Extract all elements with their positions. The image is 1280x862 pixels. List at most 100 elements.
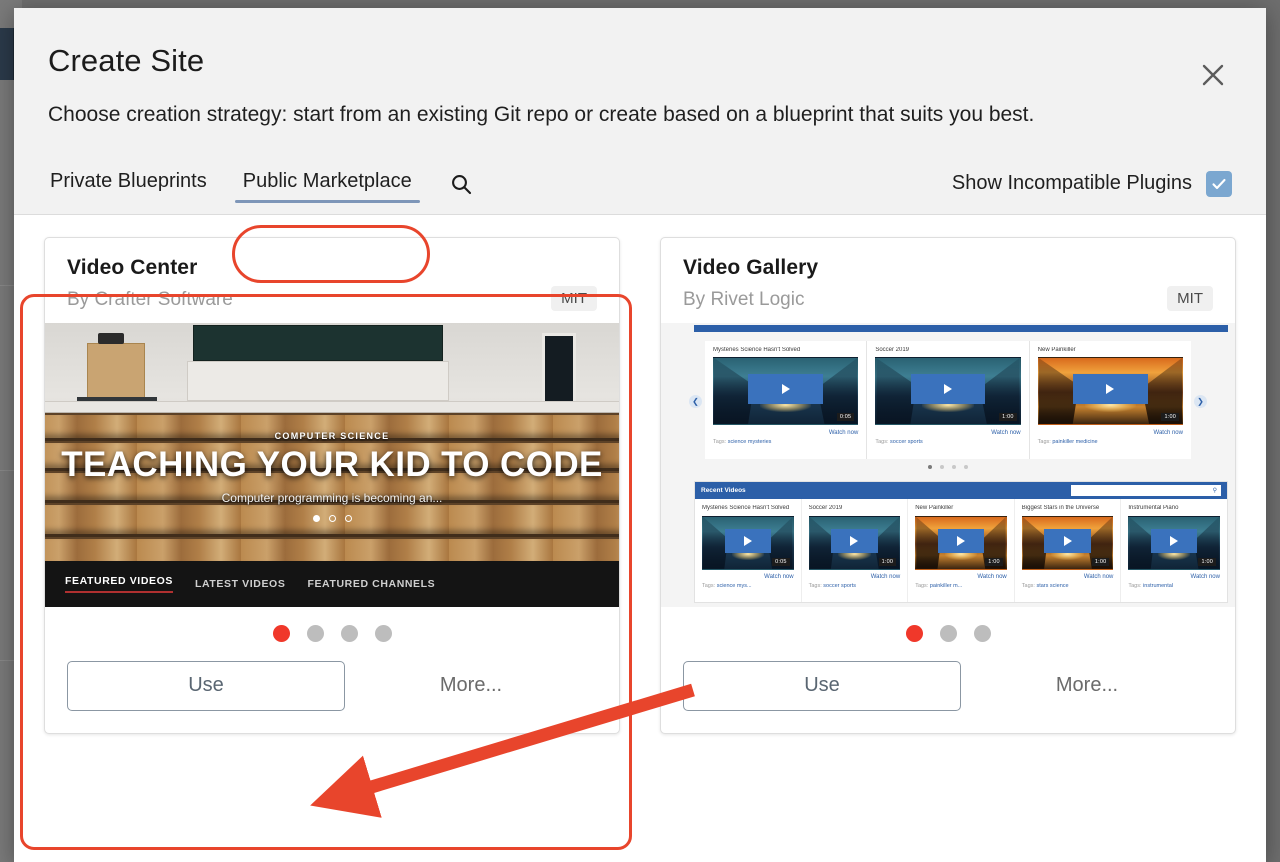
tags-value: stars science: [1036, 582, 1069, 589]
carousel-dot[interactable]: [964, 464, 968, 469]
video-card[interactable]: Biggest Stars in the Universe 1:00 Watch…: [1015, 498, 1122, 602]
video-thumbnail[interactable]: 1:00: [875, 356, 1021, 425]
hero-eyebrow: COMPUTER SCIENCE: [274, 430, 390, 441]
play-button-icon[interactable]: [831, 529, 878, 554]
card-dot[interactable]: [973, 625, 991, 643]
video-tags: Tags: painkiller medicine: [1038, 439, 1183, 445]
carousel-dot[interactable]: [928, 464, 932, 469]
card-dot[interactable]: [374, 625, 392, 643]
close-button[interactable]: [1192, 54, 1234, 96]
page-title: Create Site: [48, 43, 205, 78]
video-card[interactable]: Mysteries Science Hasn't Solved 0:05 Wat…: [695, 498, 802, 602]
video-duration: 1:00: [1091, 557, 1110, 566]
play-button-icon[interactable]: [748, 373, 823, 405]
card-dot[interactable]: [340, 625, 358, 643]
recent-videos-title: Recent Videos: [701, 486, 746, 494]
tab-private-blueprints[interactable]: Private Blueprints: [48, 164, 209, 203]
projector-screen: [187, 360, 449, 401]
hero-nav-featured-channels[interactable]: FEATURED CHANNELS: [307, 578, 435, 590]
video-tags: Tags: soccer sports: [875, 439, 1020, 445]
more-button[interactable]: More...: [961, 661, 1213, 711]
play-button-icon[interactable]: [1073, 373, 1148, 405]
hero-carousel-dots[interactable]: [45, 514, 619, 522]
video-thumbnail[interactable]: 0:05: [713, 356, 859, 425]
carousel-next-icon[interactable]: ❯: [1194, 394, 1207, 408]
blueprint-card-video-gallery[interactable]: Video Gallery By Rivet Logic MIT ❮ ❯ Mys…: [660, 236, 1236, 734]
watch-now-link[interactable]: Watch now: [915, 574, 1006, 580]
tags-value: science mys...: [716, 582, 752, 589]
carousel-prev-icon[interactable]: ❮: [689, 394, 702, 408]
play-button-icon[interactable]: [937, 529, 985, 554]
site-top-bar: [694, 324, 1228, 332]
tab-public-marketplace[interactable]: Public Marketplace: [234, 164, 420, 204]
hero-nav[interactable]: FEATURED VIDEOS LATEST VIDEOS FEATURED C…: [45, 560, 619, 607]
video-thumbnail[interactable]: 0:05: [702, 515, 794, 570]
carousel-slide[interactable]: Soccer 2019 1:00 Watch now Tags: soccer …: [867, 340, 1030, 459]
card-dot[interactable]: [939, 625, 957, 643]
card-screenshot-dots[interactable]: [45, 606, 619, 661]
tab-label: Private Blueprints: [50, 170, 207, 193]
carousel-slide-title: Mysteries Science Hasn't Solved: [713, 346, 801, 353]
video-tags: Tags: instrumental: [1128, 583, 1220, 589]
tab-bar: Private Blueprints Public Marketplace Sh…: [14, 154, 1266, 214]
video-tags: Tags: science mys...: [702, 583, 794, 589]
watch-now-link[interactable]: Watch now: [875, 430, 1020, 436]
video-card[interactable]: Soccer 2019 1:00 Watch now Tags: soccer …: [802, 498, 909, 602]
watch-now-link[interactable]: Watch now: [1022, 574, 1113, 580]
hero-nav-featured-videos[interactable]: FEATURED VIDEOS: [65, 575, 173, 593]
card-screenshot-dots[interactable]: [661, 606, 1235, 661]
search-button[interactable]: [444, 167, 478, 201]
card-dot[interactable]: [272, 625, 290, 643]
hero-dot[interactable]: [328, 514, 336, 522]
video-thumbnail[interactable]: 1:00: [1021, 515, 1114, 570]
watch-now-link[interactable]: Watch now: [809, 574, 900, 580]
watch-now-link[interactable]: Watch now: [702, 574, 793, 580]
tags-label: Tags:: [915, 582, 929, 589]
play-button-icon[interactable]: [1150, 529, 1198, 554]
card-dot[interactable]: [306, 625, 324, 643]
blueprint-card-video-center[interactable]: Video Center By Crafter Software MIT COM…: [44, 236, 620, 734]
hero-nav-latest-videos[interactable]: LATEST VIDEOS: [195, 578, 285, 590]
incompatible-plugins-checkbox[interactable]: [1206, 170, 1232, 197]
card-preview-image[interactable]: ❮ ❯ Mysteries Science Hasn't Solved 0:05: [661, 322, 1235, 607]
play-button-icon[interactable]: [1044, 529, 1091, 554]
video-thumbnail[interactable]: 1:00: [1128, 515, 1220, 570]
video-card[interactable]: Instrumental Piano 1:00 Watch now Tags: …: [1121, 499, 1227, 602]
play-button-icon[interactable]: [910, 373, 986, 405]
video-duration: 1:00: [1198, 557, 1216, 566]
card-preview-image[interactable]: COMPUTER SCIENCE TEACHING YOUR KID TO CO…: [45, 322, 619, 607]
carousel-dot[interactable]: [952, 464, 956, 469]
carousel-dots[interactable]: [661, 464, 1235, 469]
carousel-dot[interactable]: [940, 464, 944, 469]
card-dot[interactable]: [905, 625, 923, 643]
watch-now-link[interactable]: Watch now: [1128, 574, 1220, 580]
tags-value: instrumental: [1143, 582, 1174, 589]
tab-label: Public Marketplace: [242, 170, 412, 193]
tags-label: Tags:: [808, 582, 822, 589]
use-button[interactable]: Use: [683, 660, 961, 711]
video-card[interactable]: New Painkiller 1:00 Watch now Tags: pain…: [908, 498, 1015, 602]
carousel-slide[interactable]: New Painkiller 1:00 Watch now Tags: pain…: [1029, 340, 1191, 459]
video-tags: Tags: painkiller m...: [915, 583, 1007, 589]
card-title: Video Gallery: [683, 255, 819, 279]
video-tags: Tags: soccer sports: [809, 583, 901, 589]
recent-videos-search-input[interactable]: ⚲: [1071, 484, 1221, 496]
watch-now-link[interactable]: Watch now: [1038, 430, 1183, 436]
hero-dot[interactable]: [312, 514, 320, 522]
featured-carousel: Mysteries Science Hasn't Solved 0:05 Wat…: [705, 340, 1191, 459]
carousel-slide[interactable]: Mysteries Science Hasn't Solved 0:05 Wat…: [705, 340, 868, 459]
watch-now-link[interactable]: Watch now: [713, 430, 858, 436]
incompatible-plugins-toggle[interactable]: Show Incompatible Plugins: [952, 170, 1232, 197]
video-duration: 1:00: [878, 557, 897, 566]
video-tags: Tags: science mysteries: [713, 439, 858, 445]
use-button[interactable]: Use: [67, 660, 345, 711]
hero-dot[interactable]: [344, 514, 352, 522]
more-button[interactable]: More...: [345, 661, 597, 711]
door: [542, 332, 576, 405]
video-thumbnail[interactable]: 1:00: [915, 515, 1007, 570]
dialog-description: Choose creation strategy: start from an …: [48, 103, 1035, 127]
video-thumbnail[interactable]: 1:00: [808, 515, 901, 570]
video-thumbnail[interactable]: 1:00: [1037, 356, 1183, 425]
play-button-icon[interactable]: [724, 529, 772, 554]
hero-headline: TEACHING YOUR KID TO CODE: [61, 444, 603, 484]
